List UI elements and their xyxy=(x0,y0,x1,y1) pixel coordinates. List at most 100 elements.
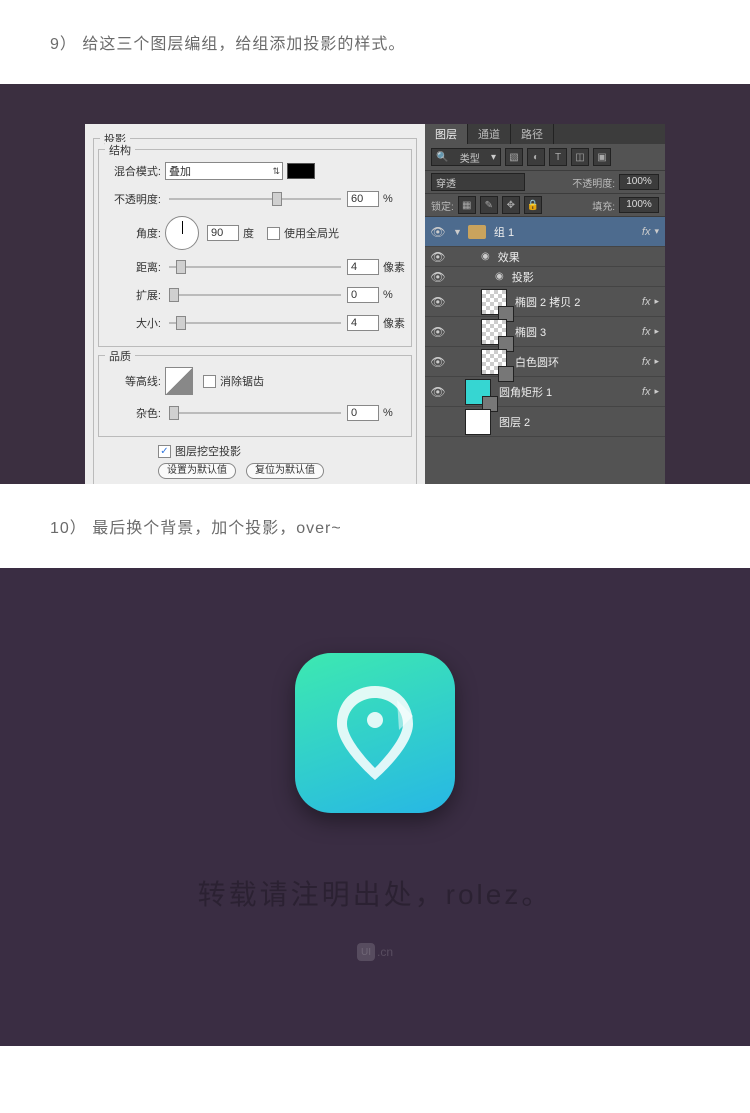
location-pin-icon xyxy=(325,678,425,788)
fx-disclosure-icon[interactable]: ▸ xyxy=(654,326,659,337)
size-label: 大小: xyxy=(103,315,161,331)
contour-picker[interactable] xyxy=(165,367,193,395)
size-unit: 像素 xyxy=(383,315,407,331)
layer-white-ring[interactable]: 👁 白色圆环 fx ▸ xyxy=(425,347,665,377)
fx-disclosure-icon[interactable]: ▸ xyxy=(654,356,659,367)
layer-name: 图层 2 xyxy=(499,414,665,430)
layer-name: 组 1 xyxy=(494,224,642,240)
spread-input[interactable]: 0 xyxy=(347,287,379,303)
noise-unit: % xyxy=(383,407,407,419)
shadow-color-swatch[interactable] xyxy=(287,163,315,179)
tab-channels[interactable]: 通道 xyxy=(468,124,511,144)
angle-input[interactable]: 90 xyxy=(207,225,239,241)
chevron-down-icon: ▾ xyxy=(491,152,496,163)
structure-title: 结构 xyxy=(105,142,135,158)
layer-thumb xyxy=(481,319,507,345)
watermark-badge-icon: UI xyxy=(357,943,375,961)
distance-label: 距离: xyxy=(103,259,161,275)
layer-thumb xyxy=(481,349,507,375)
visibility-icon[interactable]: 👁 xyxy=(425,385,451,399)
spread-label: 扩展: xyxy=(103,287,161,303)
antialiased-checkbox[interactable] xyxy=(203,375,216,388)
size-slider[interactable] xyxy=(169,316,341,330)
shadow-effect-label: 投影 xyxy=(512,269,665,285)
opacity-label: 不透明度: xyxy=(103,191,161,207)
fx-disclosure-icon[interactable]: ▸ xyxy=(654,386,659,397)
knockout-checkbox[interactable]: ✓ xyxy=(158,445,171,458)
disclosure-triangle-icon[interactable]: ▼ xyxy=(453,227,462,237)
step-10-text: 10） 最后换个背景，加个投影，over~ xyxy=(0,484,750,568)
blend-mode-value: 叠加 xyxy=(169,163,191,179)
noise-slider[interactable] xyxy=(169,406,341,420)
distance-slider[interactable] xyxy=(169,260,341,274)
screenshot-1-container: 投影 结构 混合模式: 叠加 ⇅ 不透明度: xyxy=(0,84,750,484)
visibility-icon[interactable]: 👁 xyxy=(425,355,451,369)
opacity-input[interactable]: 60 xyxy=(347,191,379,207)
opacity-slider[interactable] xyxy=(169,192,341,206)
filter-image-icon[interactable]: ▧ xyxy=(505,148,523,166)
fx-badge[interactable]: fx xyxy=(642,386,651,398)
layers-panel: 图层 通道 路径 🔍 类型 ▾ ▧ ◐ T ◫ ▣ 穿透 xyxy=(425,124,665,484)
lock-position-icon[interactable]: ✥ xyxy=(502,196,520,214)
layer-name: 椭圆 3 xyxy=(515,324,642,340)
angle-label: 角度: xyxy=(103,225,161,241)
fx-badge[interactable]: fx xyxy=(642,356,651,368)
layer-mode-select[interactable]: 穿透 xyxy=(431,173,525,191)
folder-icon xyxy=(468,225,486,239)
opacity-unit: % xyxy=(383,193,407,205)
global-light-checkbox[interactable] xyxy=(267,227,280,240)
fx-badge[interactable]: fx xyxy=(642,326,651,338)
visibility-icon[interactable]: 👁 xyxy=(425,250,451,264)
layer-name: 椭圆 2 拷贝 2 xyxy=(515,294,642,310)
fx-disclosure-icon[interactable]: ▸ xyxy=(654,296,659,307)
layer-style-dialog: 投影 结构 混合模式: 叠加 ⇅ 不透明度: xyxy=(85,124,425,484)
lock-all-icon[interactable]: 🔒 xyxy=(524,196,542,214)
layer-2[interactable]: 图层 2 xyxy=(425,407,665,437)
angle-dial[interactable] xyxy=(165,216,199,250)
filter-smart-icon[interactable]: ▣ xyxy=(593,148,611,166)
blend-mode-label: 混合模式: xyxy=(103,163,161,179)
layer-group-1[interactable]: 👁 ▼ 组 1 fx ▾ xyxy=(425,217,665,247)
layer-ellipse-copy[interactable]: 👁 椭圆 2 拷贝 2 fx ▸ xyxy=(425,287,665,317)
tab-paths[interactable]: 路径 xyxy=(511,124,554,144)
layer-opacity-input[interactable]: 100% xyxy=(619,174,659,190)
layer-round-rect[interactable]: 👁 圆角矩形 1 fx ▸ xyxy=(425,377,665,407)
watermark: UI .cn xyxy=(357,943,393,961)
visibility-icon[interactable]: 👁 xyxy=(425,225,451,239)
fill-input[interactable]: 100% xyxy=(619,197,659,213)
effects-label: 效果 xyxy=(498,249,665,265)
layer-name: 圆角矩形 1 xyxy=(499,384,642,400)
layer-filter-select[interactable]: 🔍 类型 ▾ xyxy=(431,148,501,166)
filter-adjustment-icon[interactable]: ◐ xyxy=(527,148,545,166)
lock-label: 锁定: xyxy=(431,198,454,213)
distance-unit: 像素 xyxy=(383,259,407,275)
lock-pixels-icon[interactable]: ✎ xyxy=(480,196,498,214)
fx-disclosure-icon[interactable]: ▾ xyxy=(654,226,659,237)
visibility-icon[interactable]: 👁 xyxy=(425,270,451,284)
set-default-button[interactable]: 设置为默认值 xyxy=(158,463,236,479)
tab-layers[interactable]: 图层 xyxy=(425,124,468,144)
layer-shadow-effect[interactable]: 👁 ◉ 投影 xyxy=(425,267,665,287)
step-9-text: 9） 给这三个图层编组，给组添加投影的样式。 xyxy=(0,0,750,84)
chevron-updown-icon: ⇅ xyxy=(272,166,280,177)
filter-type-icon[interactable]: T xyxy=(549,148,567,166)
reset-default-button[interactable]: 复位为默认值 xyxy=(246,463,324,479)
distance-input[interactable]: 4 xyxy=(347,259,379,275)
noise-input[interactable]: 0 xyxy=(347,405,379,421)
angle-unit: 度 xyxy=(243,225,267,241)
lock-transparency-icon[interactable]: ▦ xyxy=(458,196,476,214)
credit-text: 转载请注明出处，rolez。 xyxy=(198,873,553,913)
spread-slider[interactable] xyxy=(169,288,341,302)
visibility-icon[interactable]: 👁 xyxy=(425,325,451,339)
search-icon: 🔍 xyxy=(436,152,448,163)
blend-mode-select[interactable]: 叠加 ⇅ xyxy=(165,162,283,180)
visibility-icon[interactable]: 👁 xyxy=(425,295,451,309)
layer-name: 白色圆环 xyxy=(515,354,642,370)
layer-effects-row[interactable]: 👁 ◉ 效果 xyxy=(425,247,665,267)
layer-ellipse3[interactable]: 👁 椭圆 3 fx ▸ xyxy=(425,317,665,347)
filter-shape-icon[interactable]: ◫ xyxy=(571,148,589,166)
fx-badge[interactable]: fx xyxy=(642,226,651,238)
fx-badge[interactable]: fx xyxy=(642,296,651,308)
size-input[interactable]: 4 xyxy=(347,315,379,331)
watermark-text: .cn xyxy=(377,945,393,959)
